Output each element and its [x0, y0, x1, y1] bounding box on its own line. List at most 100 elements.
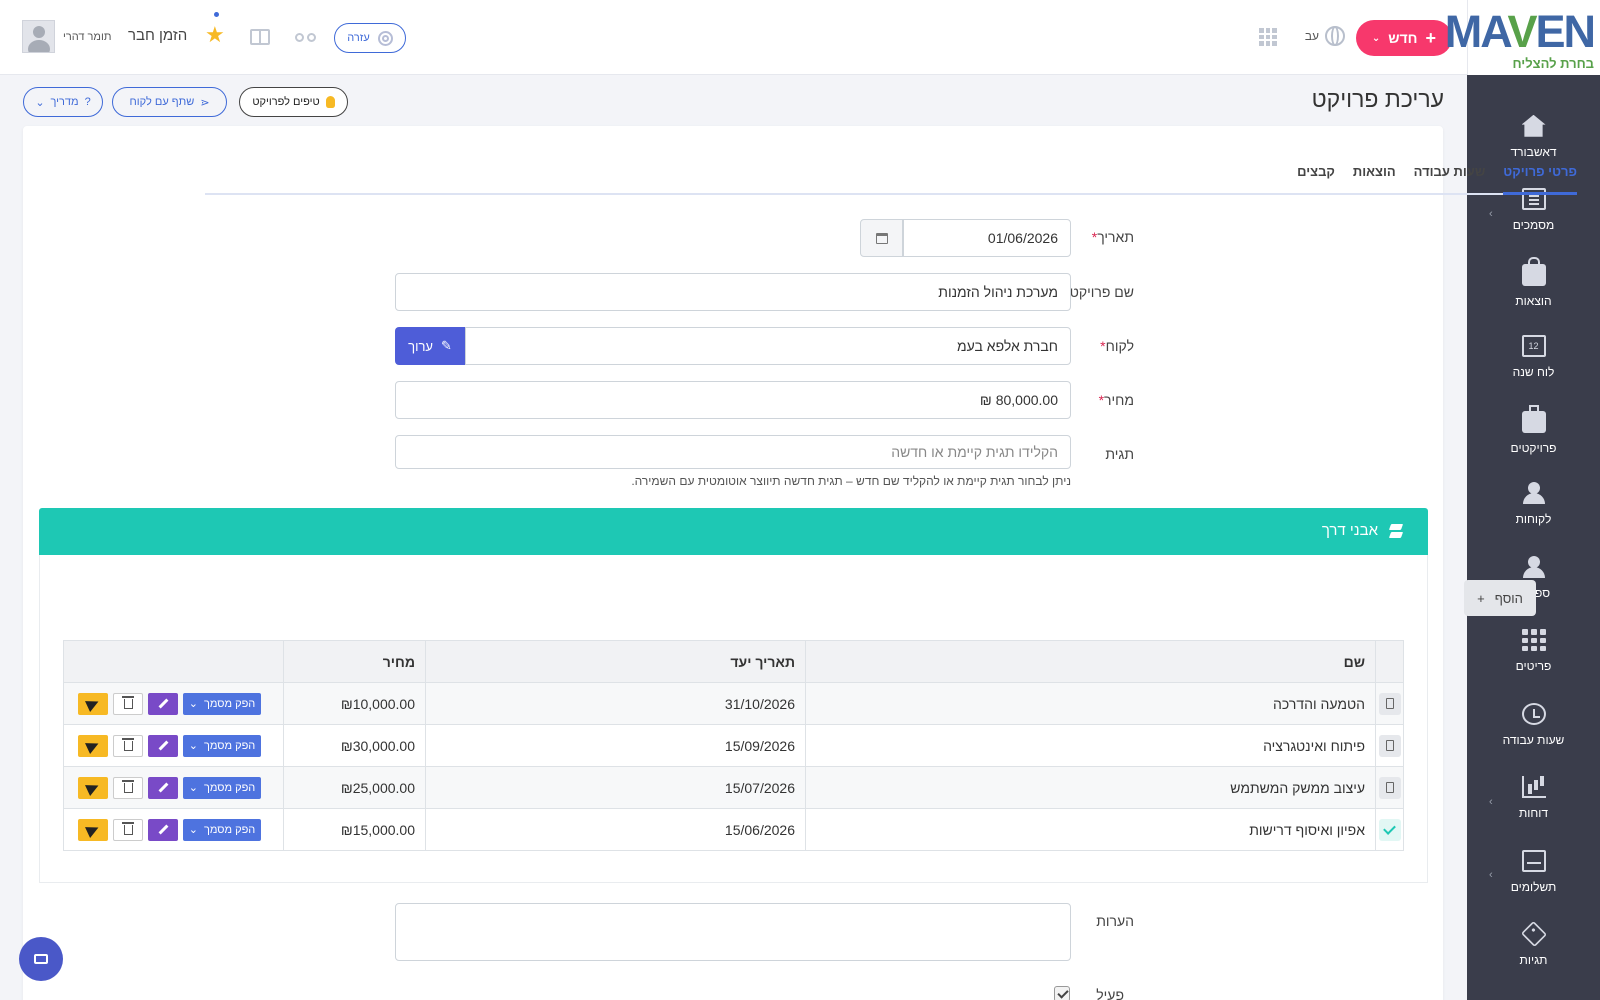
edit-button[interactable]	[148, 818, 178, 841]
send-button[interactable]	[78, 734, 108, 757]
date-label: תאריך*	[1091, 229, 1134, 245]
send-button[interactable]	[78, 818, 108, 841]
share-with-client-button[interactable]: ⋖ שתף עם לקוח	[112, 87, 227, 117]
generate-document-button[interactable]: הפק מסמך ⌄	[183, 818, 261, 841]
sidebar-nav: דאשבורד ‹ מסמכים הוצאות לוח שנה פרויקטים…	[1467, 100, 1600, 982]
tag-input[interactable]: הקלידו תגית קיימת או חדשה	[395, 435, 1071, 469]
chevron-down-icon: ⌄	[35, 96, 45, 109]
sidebar-item-clients[interactable]: לקוחות	[1467, 468, 1600, 542]
project-tips-button[interactable]: טיפים לפרויקט	[239, 87, 348, 117]
plus-icon: +	[1477, 590, 1485, 606]
paper-plane-icon	[85, 737, 101, 754]
edit-button[interactable]	[148, 776, 178, 799]
price-label: מחיר*	[1098, 392, 1134, 408]
sidebar-item-payments[interactable]: ‹ תשלומים	[1467, 835, 1600, 909]
clock-history-icon	[1521, 702, 1546, 725]
guide-button[interactable]: ? מדריך ⌄	[23, 87, 103, 117]
document-icon[interactable]	[1378, 734, 1401, 757]
milestone-name: אפיון ואיסוף דרישות	[805, 808, 1376, 851]
sidebar-item-projects[interactable]: פרויקטים	[1467, 394, 1600, 468]
paper-plane-icon	[85, 779, 101, 796]
delete-button[interactable]	[113, 734, 143, 757]
notes-textarea[interactable]	[395, 903, 1071, 961]
globe-icon	[1325, 26, 1345, 46]
delete-button[interactable]	[113, 776, 143, 799]
sidebar-item-label: הוצאות	[1515, 293, 1552, 308]
notification-dot	[214, 12, 219, 17]
tab-expenses[interactable]: הוצאות	[1353, 160, 1396, 195]
project-name-label: שם פרויקט*	[1064, 284, 1134, 300]
user-menu[interactable]: תומר דהרי	[22, 20, 111, 53]
tab-files[interactable]: קבצים	[1297, 160, 1335, 195]
sidebar-item-expenses[interactable]: הוצאות	[1467, 247, 1600, 321]
milestone-name: הטמעה והדרכה	[805, 682, 1376, 725]
new-button[interactable]: + חדש ⌄	[1355, 20, 1452, 56]
delete-button[interactable]	[113, 692, 143, 715]
date-field[interactable]: 01/06/2026	[903, 219, 1071, 257]
generate-document-button[interactable]: הפק מסמך ⌄	[183, 776, 261, 799]
sidebar-item-calendar[interactable]: לוח שנה	[1467, 321, 1600, 395]
paper-plane-icon	[85, 695, 101, 712]
glasses-icon[interactable]	[295, 31, 317, 43]
edit-button[interactable]	[148, 692, 178, 715]
calendar-icon	[875, 232, 888, 244]
project-name-field[interactable]: מערכת ניהול הזמנות	[395, 273, 1071, 311]
language-switcher[interactable]: עב	[1305, 26, 1345, 46]
share-icon: ⋖	[200, 96, 210, 109]
client-field[interactable]: חברת אלפא בעמ	[465, 327, 1071, 365]
edit-button[interactable]	[148, 734, 178, 757]
layers-icon	[1388, 523, 1404, 539]
lightbulb-icon	[325, 96, 335, 108]
avatar	[22, 20, 55, 53]
chevron-down-icon: ⌄	[188, 698, 198, 710]
logo-tagline: בחרת להצליח	[1512, 56, 1594, 71]
pencil-icon: ✎	[440, 338, 452, 353]
sidebar-item-items[interactable]: פריטים	[1467, 615, 1600, 689]
price-field[interactable]: 80,000.00 ₪	[395, 381, 1071, 419]
book-icon[interactable]	[250, 29, 270, 45]
invite-friend-link[interactable]: הזמן חבר	[128, 27, 187, 44]
help-button[interactable]: עזרה	[334, 23, 406, 53]
chevron-left-icon: ‹	[1489, 795, 1493, 808]
send-button[interactable]	[78, 776, 108, 799]
pencil-icon	[158, 698, 168, 709]
check-icon[interactable]	[1378, 818, 1401, 841]
sidebar-item-work-hours[interactable]: שעות עבודה	[1467, 688, 1600, 762]
add-milestone-button[interactable]: הוסף +	[1464, 580, 1536, 616]
sidebar-item-reports[interactable]: ‹ דוחות	[1467, 762, 1600, 836]
user-icon	[1522, 482, 1546, 505]
tab-project-details[interactable]: פרטי פרויקט	[1503, 160, 1577, 195]
milestone-name: פיתוח ואינטגרציה	[805, 724, 1376, 767]
logo-text: MAVEN	[1444, 6, 1596, 57]
milestone-due-date: 15/06/2026	[425, 808, 806, 851]
pencil-icon	[158, 740, 168, 751]
new-button-label: חדש	[1388, 30, 1418, 46]
sidebar-item-label: שעות עבודה	[1502, 732, 1565, 747]
project-tips-label: טיפים לפרויקט	[252, 96, 320, 108]
milestone-price: ₪25,000.00	[283, 766, 426, 809]
date-picker-button[interactable]	[860, 219, 903, 257]
notes-label: הערות	[1096, 913, 1134, 929]
milestones-table: שם תאריך יעד מחיר הטמעה והדרכה 31/10/202…	[63, 640, 1404, 851]
table-row: הטמעה והדרכה 31/10/2026 ₪10,000.00 הפק מ…	[63, 682, 1404, 725]
generate-document-button[interactable]: הפק מסמך ⌄	[183, 692, 261, 715]
logo[interactable]: MAVEN בחרת להצליח	[1445, 0, 1600, 75]
tab-work-hours[interactable]: שעות עבודה	[1414, 160, 1486, 195]
page-title: עריכת פרויקט	[1311, 86, 1444, 112]
apps-grid-icon[interactable]	[1259, 28, 1277, 46]
grid-icon	[1521, 629, 1546, 652]
delete-button[interactable]	[113, 818, 143, 841]
document-icon[interactable]	[1378, 692, 1401, 715]
client-label: לקוח*	[1100, 338, 1134, 354]
user-name: תומר דהרי	[63, 30, 112, 43]
chat-button[interactable]	[19, 937, 63, 981]
milestone-due-date: 15/07/2026	[425, 766, 806, 809]
generate-document-button[interactable]: הפק מסמך ⌄	[183, 734, 261, 757]
edit-client-button[interactable]: ✎ ערוך	[395, 327, 465, 365]
send-button[interactable]	[78, 692, 108, 715]
star-icon[interactable]: ★	[205, 24, 225, 46]
tag-label: תגית	[1105, 446, 1134, 462]
active-checkbox[interactable]	[1054, 986, 1070, 1000]
sidebar-item-tags[interactable]: תגיות	[1467, 909, 1600, 983]
document-icon[interactable]	[1378, 776, 1401, 799]
